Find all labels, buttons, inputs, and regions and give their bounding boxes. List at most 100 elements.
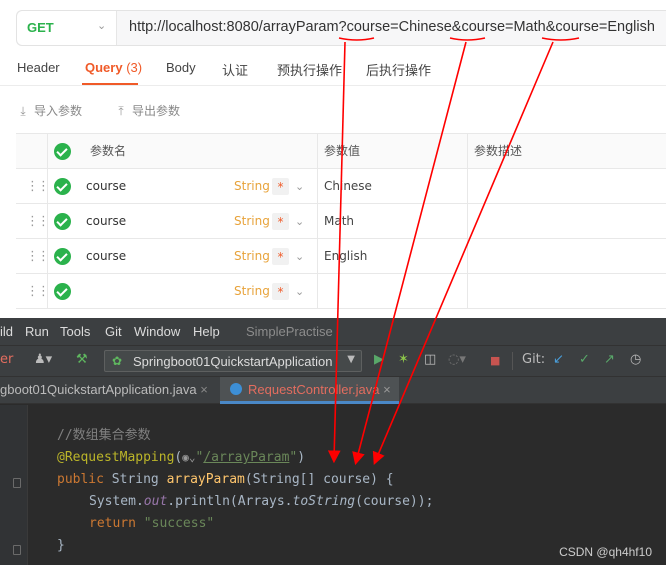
code-param-type: String[] (252, 472, 316, 487)
param-value-field[interactable]: Math (324, 204, 354, 239)
menu-build[interactable]: ild (0, 324, 13, 339)
param-type-select[interactable]: String (234, 239, 270, 274)
git-push-icon[interactable]: ↗ (604, 352, 615, 367)
tab-application-label: gboot01QuickstartApplication.java (0, 382, 197, 397)
close-icon[interactable]: × (383, 382, 391, 397)
enabled-check-icon[interactable] (54, 248, 71, 265)
code-mapping-path[interactable]: /arrayParam (203, 450, 289, 465)
param-value-field[interactable]: English (324, 239, 367, 274)
user-icon[interactable]: ♟▾ (34, 352, 52, 367)
tab-active-indicator (82, 83, 138, 85)
export-params-button[interactable]: ⤒ 导出参数 (114, 102, 180, 119)
menu-git[interactable]: Git (105, 324, 122, 339)
param-name-field[interactable]: course (86, 204, 126, 239)
code-println-args: (course)); (355, 494, 434, 509)
required-marker[interactable]: * (272, 178, 289, 195)
drag-handle-icon[interactable]: ⋮⋮ (26, 169, 50, 204)
git-update-icon[interactable]: ↙ (553, 352, 564, 367)
code-out-field: out (143, 494, 168, 509)
chevron-down-icon[interactable]: ⌄ (295, 239, 304, 274)
tab-post-script[interactable]: 后执行操作 (366, 60, 431, 79)
code-line: return "success" (89, 513, 214, 535)
required-marker[interactable]: * (272, 283, 289, 300)
code-editor[interactable]: //数组集合参数 @RequestMapping(◉⌄"/arrayParam"… (0, 405, 666, 565)
fold-icon[interactable] (13, 478, 21, 488)
column-divider (47, 134, 48, 169)
request-tabs: Header Query (3) Body 认证 预执行操作 后执行操作 (0, 50, 666, 86)
enabled-check-icon[interactable] (54, 283, 71, 300)
select-all-check-icon[interactable] (54, 143, 71, 160)
tab-header[interactable]: Header (17, 60, 60, 75)
enabled-check-icon[interactable] (54, 213, 71, 230)
tab-auth[interactable]: 认证 (222, 60, 248, 79)
param-type-select[interactable]: String (234, 204, 270, 239)
method-label: GET (27, 20, 54, 35)
import-params-button[interactable]: ⤓ 导入参数 (16, 102, 82, 119)
column-divider (47, 239, 48, 274)
column-divider (467, 239, 468, 274)
menu-window[interactable]: Window (134, 324, 180, 339)
table-row: ⋮⋮ course String * ⌄ Chinese (16, 169, 666, 204)
profiler-icon[interactable]: ◌▾ (448, 352, 466, 367)
menu-help[interactable]: Help (193, 324, 220, 339)
upload-icon: ⤒ (118, 104, 124, 118)
fold-icon[interactable] (13, 545, 21, 555)
code-system: System. (89, 494, 144, 509)
class-icon (230, 383, 242, 395)
column-divider (317, 169, 318, 204)
param-name-field[interactable]: course (86, 239, 126, 274)
required-marker[interactable]: * (272, 248, 289, 265)
table-header-row: 参数名 参数值 参数描述 (16, 134, 666, 169)
stop-icon[interactable]: ■ (490, 354, 500, 367)
header-param-name: 参数名 (90, 144, 127, 158)
spring-leaf-icon: ✿ (112, 354, 123, 368)
editor-tabs: gboot01QuickstartApplication.java × Requ… (0, 377, 666, 404)
editor-gutter (0, 405, 28, 565)
tab-query[interactable]: Query (3) (85, 60, 142, 75)
code-close-brace: } (57, 538, 65, 553)
tab-body[interactable]: Body (166, 60, 196, 75)
code-keyword: return (89, 516, 136, 531)
ide-toolbar: er ♟▾ ⚒ ✿ Springboot01QuickstartApplicat… (0, 346, 666, 377)
column-divider (467, 169, 468, 204)
table-row: ⋮⋮ course String * ⌄ Math (16, 204, 666, 239)
export-params-label: 导出参数 (132, 104, 181, 118)
chevron-down-icon[interactable]: ⌄ (295, 204, 304, 239)
table-row: ⋮⋮ String * ⌄ (16, 274, 666, 309)
required-marker[interactable]: * (272, 213, 289, 230)
tab-controller-label: RequestController.java (248, 382, 380, 397)
git-commit-icon[interactable]: ✓ (579, 352, 590, 367)
param-type-select[interactable]: String (234, 169, 270, 204)
tab-request-controller[interactable]: RequestController.java × (220, 377, 399, 404)
column-divider (317, 239, 318, 274)
chevron-down-icon[interactable]: ⌄ (295, 274, 304, 309)
build-hammer-icon[interactable]: ⚒ (76, 352, 88, 367)
globe-icon[interactable]: ◉⌄ (182, 451, 195, 464)
chevron-down-icon[interactable]: ⌄ (295, 169, 304, 204)
debug-icon[interactable]: ✶ (398, 352, 409, 367)
param-value-field[interactable]: Chinese (324, 169, 372, 204)
menu-bar: ild Run Tools Git Window Help SimplePrac… (0, 318, 666, 346)
run-config-select[interactable]: ✿ Springboot01QuickstartApplication ▼ (104, 350, 362, 372)
tab-pre-script[interactable]: 预执行操作 (277, 60, 342, 79)
menu-run[interactable]: Run (25, 324, 49, 339)
url-input[interactable]: http://localhost:8080/arrayParam?course=… (129, 19, 655, 35)
column-divider (47, 204, 48, 239)
import-params-label: 导入参数 (34, 104, 83, 118)
code-tostring: toString (292, 494, 356, 509)
coverage-icon[interactable]: ◫ (424, 352, 436, 367)
param-name-field[interactable]: course (86, 169, 126, 204)
drag-handle-icon[interactable]: ⋮⋮ (26, 204, 50, 239)
run-icon[interactable]: ▶ (374, 352, 384, 367)
drag-handle-icon[interactable]: ⋮⋮ (26, 239, 50, 274)
history-icon[interactable]: ◷ (630, 352, 641, 367)
method-select[interactable]: GET ⌄ (17, 11, 117, 45)
drag-handle-icon[interactable]: ⋮⋮ (26, 274, 50, 309)
enabled-check-icon[interactable] (54, 178, 71, 195)
column-divider (467, 204, 468, 239)
param-type-select[interactable]: String (234, 274, 270, 309)
code-type: String (111, 472, 159, 487)
menu-tools[interactable]: Tools (60, 324, 90, 339)
tab-application-java[interactable]: gboot01QuickstartApplication.java × (0, 377, 216, 404)
close-icon[interactable]: × (200, 382, 208, 397)
